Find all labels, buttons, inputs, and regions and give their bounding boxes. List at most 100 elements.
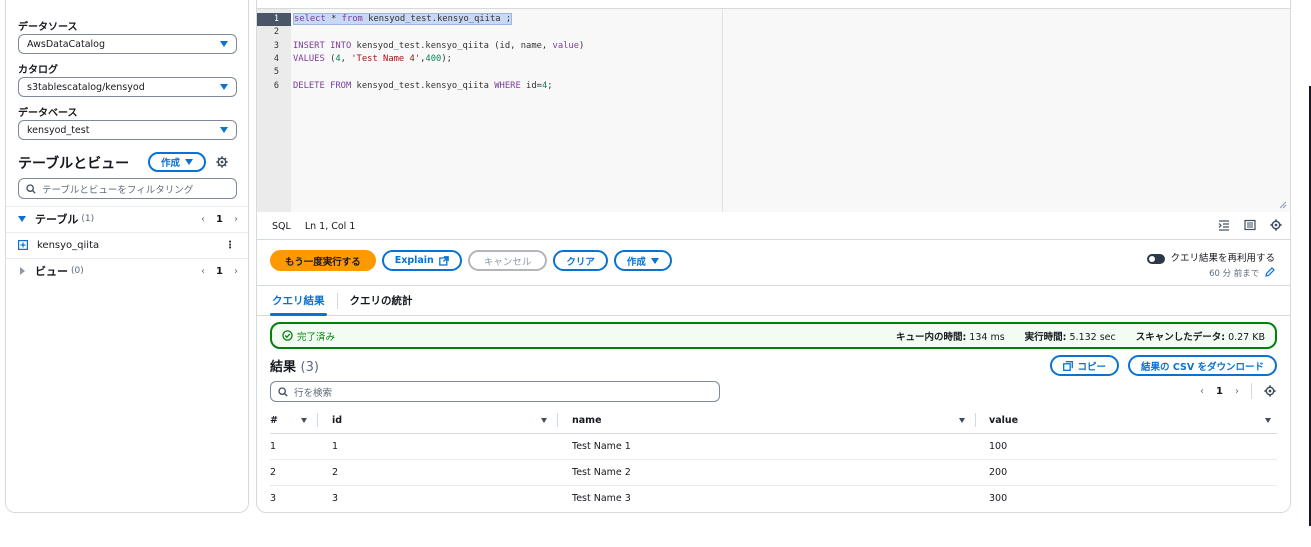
cell-value: 200 xyxy=(976,459,1277,486)
create-table-button[interactable]: 作成 xyxy=(148,152,207,172)
code-line-1[interactable]: select * from kensyod_test.kensyo_qiita … xyxy=(293,13,513,26)
pager-divider xyxy=(1251,383,1252,399)
results-count: (3) xyxy=(300,360,319,375)
cell-name: Test Name 3 xyxy=(572,492,631,504)
results-title-text: 結果 xyxy=(270,360,297,375)
datasource-label: データソース xyxy=(18,22,78,33)
gear-icon[interactable] xyxy=(216,156,228,168)
next-page-icon[interactable]: › xyxy=(234,266,238,277)
cell-id: 2 xyxy=(318,459,558,486)
clear-button[interactable]: クリア xyxy=(553,250,608,271)
tables-page-number[interactable]: 1 xyxy=(216,214,223,225)
views-page-number[interactable]: 1 xyxy=(216,266,223,277)
scanned-value: 0.27 KB xyxy=(1228,331,1265,343)
resize-handle-icon[interactable] xyxy=(1279,201,1287,209)
create-button[interactable]: 作成 xyxy=(613,250,672,271)
copy-button[interactable]: コピー xyxy=(1049,355,1120,376)
reuse-results: クエリ結果を再利用する 60 分 前まで xyxy=(1147,250,1275,279)
database-label: データベース xyxy=(18,108,78,119)
cell-index: 3 xyxy=(270,492,277,504)
table-row: 3 3 Test Name 3 300 xyxy=(270,485,1277,511)
line-number: 1 xyxy=(257,13,291,26)
reuse-toggle[interactable] xyxy=(1147,253,1166,264)
prev-page-icon[interactable]: ‹ xyxy=(1200,386,1204,397)
format-query-icon[interactable] xyxy=(1218,219,1230,231)
column-header-id[interactable]: id xyxy=(318,408,558,434)
shortcuts-icon[interactable] xyxy=(1244,219,1256,231)
caret-down-icon xyxy=(650,257,659,264)
line-number: 5 xyxy=(273,67,279,77)
column-header-value[interactable]: value xyxy=(976,408,1277,434)
copy-label: コピー xyxy=(1077,361,1107,373)
sql-editor[interactable]: 1 select * from kensyod_test.kensyo_qiit… xyxy=(257,8,1290,212)
results-title: 結果 (3) xyxy=(270,356,319,375)
search-icon xyxy=(278,386,288,397)
divider xyxy=(6,206,248,207)
code-line-6[interactable]: DELETE FROM kensyod_test.kensyo_qiita WH… xyxy=(293,80,553,93)
line-number: 4 xyxy=(273,54,279,64)
create-label: 作成 xyxy=(626,256,646,268)
prev-page-icon[interactable]: ‹ xyxy=(201,266,205,277)
query-status-banner: 完了済み キュー内の時間: 134 ms 実行時間: 5.132 sec スキャ… xyxy=(270,322,1277,349)
expand-plus-icon[interactable] xyxy=(18,240,28,250)
catalog-select[interactable]: s3tablescatalog/kensyod xyxy=(18,77,237,97)
sort-icon[interactable] xyxy=(1265,417,1271,423)
cell-index: 1 xyxy=(270,433,318,460)
cell-value: 300 xyxy=(989,492,1008,504)
editor-status-bar: SQL Ln 1, Col 1 xyxy=(257,213,1290,240)
cancel-button[interactable]: キャンセル xyxy=(467,250,548,271)
download-csv-button[interactable]: 結果の CSV をダウンロード xyxy=(1128,355,1277,376)
views-count: (0) xyxy=(71,266,84,276)
code-line-3[interactable]: INSERT INTO kensyod_test.kensyo_qiita (i… xyxy=(293,40,584,53)
views-section-row[interactable]: ビュー (0) ‹ 1 › xyxy=(18,264,238,278)
divider xyxy=(6,232,248,233)
next-page-icon[interactable]: › xyxy=(234,214,238,225)
row-search-placeholder: 行を検索 xyxy=(294,387,333,399)
explain-label: Explain xyxy=(394,255,434,266)
next-page-icon[interactable]: › xyxy=(1235,386,1239,397)
edit-pencil-icon[interactable] xyxy=(1265,267,1275,277)
expand-down-icon[interactable] xyxy=(18,216,26,222)
cell-id: 3 xyxy=(332,492,339,504)
table-filter-placeholder: テーブルとビューをフィルタリング xyxy=(42,184,194,196)
caret-down-icon xyxy=(220,127,228,133)
column-header-name[interactable]: name xyxy=(558,408,976,434)
exec-time-label: 実行時間: xyxy=(1024,331,1067,343)
queue-time-value: 134 ms xyxy=(969,331,1005,343)
cell-name: Test Name 2 xyxy=(558,459,976,486)
sort-icon[interactable] xyxy=(301,417,307,423)
tab-query-results[interactable]: クエリ結果 xyxy=(270,286,337,316)
line-number: 6 xyxy=(273,81,279,91)
search-icon xyxy=(26,183,36,194)
table-settings-icon[interactable] xyxy=(1264,385,1276,397)
database-select[interactable]: kensyod_test xyxy=(18,120,237,140)
column-header-index[interactable]: # xyxy=(270,408,318,434)
editor-settings-icon[interactable] xyxy=(1270,219,1282,231)
line-number: 3 xyxy=(273,41,279,51)
query-panel: 1 select * from kensyod_test.kensyo_qiit… xyxy=(256,0,1291,513)
caret-down-icon xyxy=(185,159,194,165)
code-line-4[interactable]: VALUES (4, 'Test Name 4',400); xyxy=(293,53,452,66)
results-page-number[interactable]: 1 xyxy=(1216,386,1223,397)
row-search-input[interactable]: 行を検索 xyxy=(270,381,720,402)
caret-down-icon xyxy=(220,41,228,47)
tables-section-row[interactable]: テーブル (1) ‹ 1 › xyxy=(18,212,238,226)
queue-time-label: キュー内の時間: xyxy=(895,331,967,343)
sort-icon[interactable] xyxy=(541,417,547,423)
expand-right-icon[interactable] xyxy=(20,267,25,275)
rerun-button[interactable]: もう一度実行する xyxy=(270,250,376,271)
sort-icon[interactable] xyxy=(959,417,965,423)
explain-button[interactable]: Explain xyxy=(381,250,462,271)
more-options-icon[interactable]: ⋮ xyxy=(225,240,235,251)
print-margin xyxy=(722,9,723,212)
datasource-value: AwsDataCatalog xyxy=(27,38,105,50)
table-filter-input[interactable]: テーブルとビューをフィルタリング xyxy=(18,178,237,199)
prev-page-icon[interactable]: ‹ xyxy=(201,214,205,225)
database-value: kensyod_test xyxy=(27,124,90,136)
table-item-kensyo-qiita[interactable]: kensyo_qiita ⋮ xyxy=(18,238,238,252)
datasource-select[interactable]: AwsDataCatalog xyxy=(18,34,237,54)
cell-id: 1 xyxy=(318,433,558,460)
editor-language: SQL xyxy=(272,220,291,232)
tab-query-stats[interactable]: クエリの統計 xyxy=(338,286,425,315)
results-tabs: クエリ結果 クエリの統計 xyxy=(257,285,1290,316)
